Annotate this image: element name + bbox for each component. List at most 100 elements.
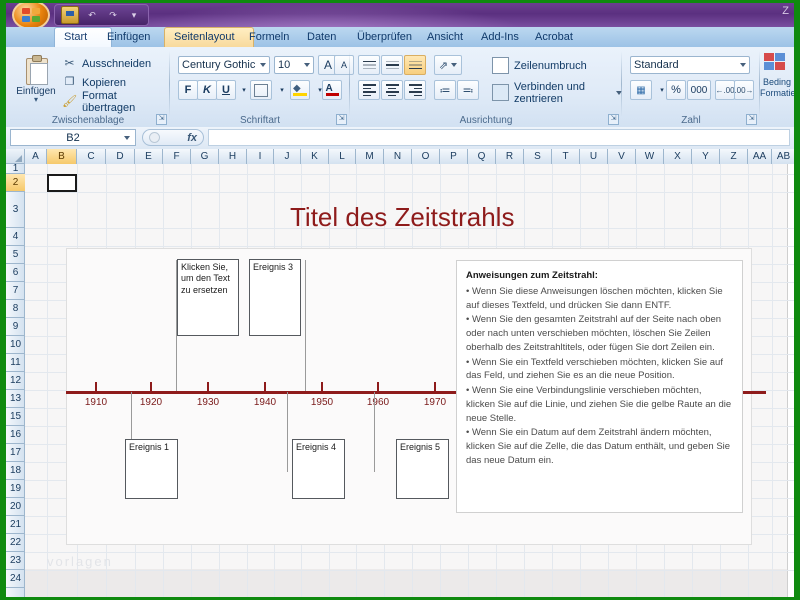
quick-access-toolbar[interactable]: ↶ ↷ ▾ <box>54 4 149 26</box>
row-header-19[interactable]: 19 <box>6 480 25 498</box>
column-header-e[interactable]: E <box>135 149 163 164</box>
currency-button[interactable]: ▦ <box>630 80 652 100</box>
window-controls[interactable]: Z <box>782 5 790 17</box>
underline-button[interactable]: U <box>216 80 236 100</box>
column-header-v[interactable]: V <box>608 149 636 164</box>
timeline-title[interactable]: Titel des Zeitstrahls <box>290 202 514 233</box>
name-box[interactable]: B2 <box>10 129 136 146</box>
column-header-t[interactable]: T <box>552 149 580 164</box>
column-header-l[interactable]: L <box>329 149 356 164</box>
row-header-20[interactable]: 20 <box>6 498 25 516</box>
orientation-button[interactable]: ⇗ <box>434 55 462 75</box>
column-header-b[interactable]: B <box>47 149 77 164</box>
tab-acrobat[interactable]: Acrobat <box>526 27 594 47</box>
tab-einfuegen[interactable]: Einfügen <box>98 27 174 47</box>
row-header-18[interactable]: 18 <box>6 462 25 480</box>
wrap-text-button[interactable]: Zeilenumbruch <box>492 57 587 74</box>
copy-button[interactable]: ❐ Kopieren <box>62 74 126 91</box>
column-header-k[interactable]: K <box>301 149 329 164</box>
conditional-formatting-icon[interactable] <box>764 53 788 73</box>
timeline-date-1920[interactable]: 1920 <box>130 397 172 408</box>
number-format-combo[interactable]: Standard <box>630 56 750 74</box>
timeline-date-1940[interactable]: 1940 <box>244 397 286 408</box>
bold-button[interactable]: F <box>178 80 198 100</box>
column-header-f[interactable]: F <box>163 149 191 164</box>
merge-center-button[interactable]: Verbinden und zentrieren <box>492 84 622 101</box>
increase-decimal-button[interactable]: ←.00 <box>715 80 735 100</box>
row-header-11[interactable]: 11 <box>6 354 25 372</box>
column-header-j[interactable]: J <box>274 149 301 164</box>
redo-icon[interactable]: ↷ <box>105 7 121 23</box>
column-header-z[interactable]: Z <box>720 149 748 164</box>
percent-button[interactable]: % <box>666 80 686 100</box>
column-header-q[interactable]: Q <box>468 149 496 164</box>
instructions-textbox[interactable]: Anweisungen zum Zeitstrahl: • Wenn Sie d… <box>456 260 743 513</box>
font-dialog-launcher-icon[interactable]: ⇲ <box>336 114 347 125</box>
row-header-1[interactable]: 1 <box>6 164 25 174</box>
font-name-combo[interactable]: Century Gothic <box>178 56 270 74</box>
row-header-16[interactable]: 16 <box>6 426 25 444</box>
column-header-r[interactable]: R <box>496 149 524 164</box>
column-header-a[interactable]: A <box>25 149 47 164</box>
column-header-h[interactable]: H <box>219 149 247 164</box>
column-header-aa[interactable]: AA <box>748 149 772 164</box>
row-header-15[interactable]: 15 <box>6 408 25 426</box>
increase-indent-button[interactable]: ≕ <box>457 80 479 100</box>
row-header-24[interactable]: 24 <box>6 570 25 588</box>
formula-input[interactable] <box>208 129 790 146</box>
column-header-m[interactable]: M <box>356 149 384 164</box>
column-header-w[interactable]: W <box>636 149 664 164</box>
row-header-12[interactable]: 12 <box>6 372 25 390</box>
alignment-dialog-launcher-icon[interactable]: ⇲ <box>608 114 619 125</box>
formula-bar-buttons[interactable]: fx <box>142 129 204 146</box>
row-header-13[interactable]: 13 <box>6 390 25 408</box>
row-header-9[interactable]: 9 <box>6 318 25 336</box>
row-header-4[interactable]: 4 <box>6 228 25 246</box>
event-box-below-2[interactable]: Ereignis 4 <box>292 439 345 499</box>
column-header-p[interactable]: P <box>440 149 468 164</box>
timeline-date-1910[interactable]: 1910 <box>75 397 117 408</box>
column-header-d[interactable]: D <box>106 149 135 164</box>
row-header-6[interactable]: 6 <box>6 264 25 282</box>
select-all-button[interactable] <box>6 149 25 164</box>
column-header-i[interactable]: I <box>247 149 274 164</box>
customize-qat-icon[interactable]: ▾ <box>126 7 142 23</box>
connector-event4[interactable] <box>287 392 288 472</box>
align-right-button[interactable] <box>404 80 426 100</box>
paste-button[interactable]: Einfügen ▾ <box>14 53 58 113</box>
event-box-above-2[interactable]: Ereignis 3 <box>249 259 301 336</box>
connector-event5[interactable] <box>374 392 375 472</box>
office-button[interactable] <box>12 3 50 27</box>
timeline-date-1950[interactable]: 1950 <box>301 397 343 408</box>
row-header-5[interactable]: 5 <box>6 246 25 264</box>
decrease-decimal-button[interactable]: .00→ <box>734 80 754 100</box>
insert-function-icon[interactable]: fx <box>187 132 197 144</box>
active-cell-b2[interactable] <box>47 174 77 192</box>
connector-event3[interactable] <box>305 260 306 391</box>
column-header-g[interactable]: G <box>191 149 219 164</box>
cell-area[interactable]: Titel des Zeitstrahls 1910 1920 1930 194… <box>25 164 794 597</box>
row-header-22[interactable]: 22 <box>6 534 25 552</box>
format-painter-button[interactable]: 🖌 Format übertragen <box>62 93 170 110</box>
column-header-ab[interactable]: AB <box>772 149 794 164</box>
row-header-7[interactable]: 7 <box>6 282 25 300</box>
borders-dropdown-icon[interactable]: ▾ <box>272 80 292 100</box>
timeline-date-1930[interactable]: 1930 <box>187 397 229 408</box>
align-left-button[interactable] <box>358 80 380 100</box>
row-header-21[interactable]: 21 <box>6 516 25 534</box>
align-middle-button[interactable] <box>381 55 403 75</box>
number-dialog-launcher-icon[interactable]: ⇲ <box>746 114 757 125</box>
save-icon[interactable] <box>61 6 79 24</box>
borders-button[interactable] <box>250 80 272 100</box>
event-box-above-1[interactable]: Klicken Sie, um den Text zu ersetzen <box>177 259 239 336</box>
align-center-button[interactable] <box>381 80 403 100</box>
column-header-s[interactable]: S <box>524 149 552 164</box>
timeline-date-1960[interactable]: 1960 <box>357 397 399 408</box>
clipboard-dialog-launcher-icon[interactable]: ⇲ <box>156 114 167 125</box>
cancel-formula-icon[interactable] <box>149 132 160 143</box>
align-bottom-button[interactable] <box>404 55 426 75</box>
column-header-x[interactable]: X <box>664 149 692 164</box>
row-header-3[interactable]: 3 <box>6 192 25 228</box>
timeline-date-1970[interactable]: 1970 <box>414 397 456 408</box>
row-header-2[interactable]: 2 <box>6 174 25 192</box>
